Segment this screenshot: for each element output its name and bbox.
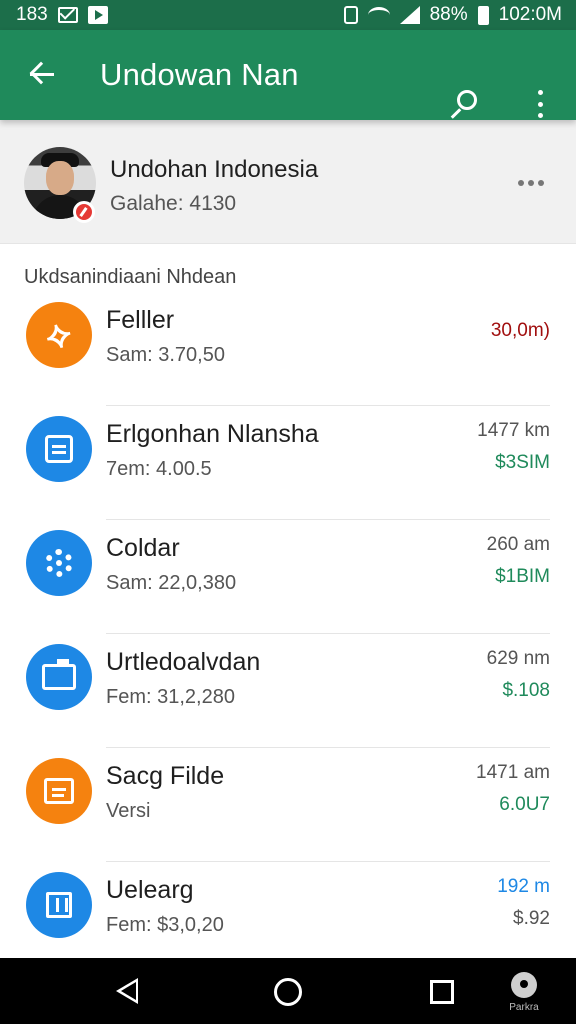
item-title: Sacg Filde	[106, 762, 225, 790]
item-title: Uelearg	[106, 876, 194, 904]
item-subtitle: Sam: 3.70,50	[106, 344, 225, 366]
overflow-menu-button[interactable]	[528, 88, 552, 120]
play-icon	[87, 6, 108, 24]
item-value: 30,0m)	[490, 320, 550, 341]
vibrate-icon	[343, 6, 358, 24]
dot-icon	[518, 180, 524, 186]
item-title: Erlgonhan Nlansha	[106, 420, 319, 448]
back-button[interactable]	[24, 57, 60, 93]
item-value: $1BIM	[495, 566, 550, 587]
dot-icon	[528, 180, 534, 186]
item-value: $3SIM	[495, 452, 550, 473]
nav-back-button[interactable]	[116, 978, 138, 1004]
status-right: 88% 102:0M	[343, 4, 562, 26]
app-bar: Undowan Nan	[0, 30, 576, 120]
section-label: Ukdsanindiaani Nhdean	[24, 266, 237, 288]
dot-icon	[537, 113, 543, 118]
status-time-left: 183	[16, 4, 48, 25]
search-handle	[450, 108, 462, 119]
search-icon	[457, 90, 477, 110]
list-item[interactable]: Sacg Filde Versi 1471 am 6.0U7	[0, 748, 576, 862]
item-subtitle: Fem: $3,0,20	[106, 914, 224, 936]
clipboard-icon	[26, 416, 92, 482]
nav-extra-button[interactable]: Parkra	[504, 972, 544, 1018]
item-meta: 192 m	[497, 876, 550, 897]
list-item[interactable]: Coldar Sam: 22,0,380 260 am $1BIM	[0, 520, 576, 634]
item-title: Coldar	[106, 534, 180, 562]
status-left: 183	[16, 4, 108, 26]
dot-icon	[537, 101, 543, 107]
item-list: ⟡ Felller Sam: 3.70,50 30,0m) Erlgonhan …	[0, 292, 576, 976]
item-subtitle: 7em: 4.00.5	[106, 458, 212, 480]
item-value: 6.0U7	[499, 794, 550, 815]
account-name: Undohan Indonesia	[110, 156, 319, 183]
item-value: $.92	[513, 908, 550, 929]
status-badge	[73, 201, 95, 223]
item-subtitle: Sam: 22,0,380	[106, 572, 237, 594]
list-item[interactable]: ⟡ Felller Sam: 3.70,50 30,0m)	[0, 292, 576, 406]
account-subtitle: Galahe: 4130	[110, 192, 237, 215]
status-time-right: 102:0M	[498, 4, 562, 25]
item-value: $.108	[502, 680, 550, 701]
list-item[interactable]: Urtledoalvdan Fem: 31,2,280 629 nm $.108	[0, 634, 576, 748]
dot-icon	[537, 90, 543, 95]
wifi-icon	[367, 7, 390, 23]
signal-icon	[399, 6, 420, 24]
battery-percent: 88%	[429, 4, 468, 25]
item-title: Felller	[106, 306, 175, 334]
item-meta: 629 nm	[486, 648, 550, 669]
status-bar: 183 88% 102:0M	[0, 0, 576, 30]
item-meta: 1471 am	[476, 762, 550, 783]
search-button[interactable]	[448, 86, 484, 122]
gear-icon	[26, 530, 92, 596]
system-nav-bar: Parkra	[0, 958, 576, 1024]
nav-recents-button[interactable]	[430, 980, 454, 1004]
printer-icon	[26, 758, 92, 824]
item-subtitle: Fem: 31,2,280	[106, 686, 235, 708]
fingerprint-icon: ⟡	[26, 302, 92, 368]
nav-home-button[interactable]	[274, 978, 302, 1006]
list-item[interactable]: Erlgonhan Nlansha 7em: 4.00.5 1477 km $3…	[0, 406, 576, 520]
item-meta: 1477 km	[477, 420, 550, 441]
item-meta: 260 am	[486, 534, 550, 555]
mail-icon	[57, 7, 78, 23]
home-icon	[26, 872, 92, 938]
keyhole-icon	[511, 972, 537, 998]
account-overflow-button[interactable]	[518, 180, 544, 186]
dot-icon	[538, 180, 544, 186]
back-arrow-icon	[29, 61, 53, 85]
folder-icon	[26, 644, 92, 710]
nav-extra-label: Parkra	[509, 1002, 539, 1013]
item-subtitle: Versi	[106, 800, 151, 822]
avatar-face	[46, 161, 74, 195]
item-title: Urtledoalvdan	[106, 648, 261, 676]
battery-icon	[477, 5, 489, 25]
account-card[interactable]: Undohan Indonesia Galahe: 4130	[0, 120, 576, 244]
page-title: Undowan Nan	[100, 57, 299, 92]
